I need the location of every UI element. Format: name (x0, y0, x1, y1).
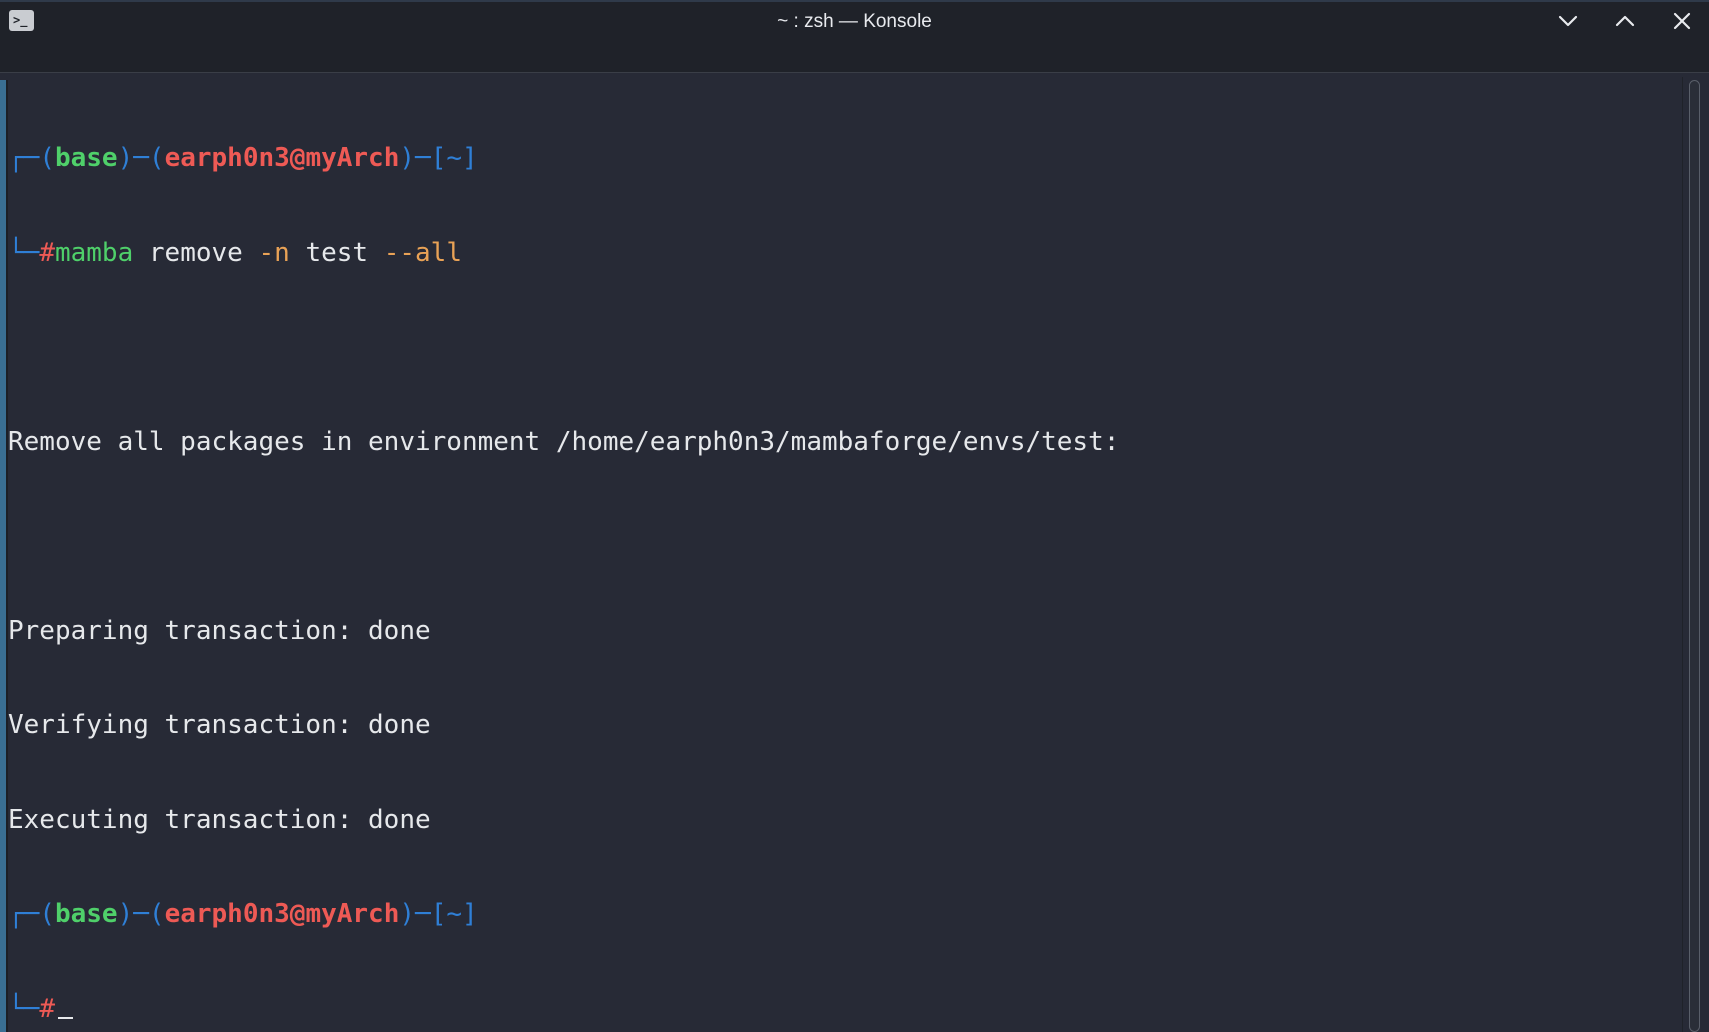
output-line: Remove all packages in environment /home… (8, 426, 1120, 457)
prompt-hash: # (39, 237, 55, 268)
chevron-up-icon (1615, 15, 1635, 27)
prompt-bracket: [ (430, 143, 447, 173)
output-line: Executing transaction: done (8, 804, 431, 835)
output-line: Verifying transaction: done (8, 710, 431, 740)
prompt-corner: ┌─ (8, 143, 40, 173)
prompt-dash: ─ (415, 143, 431, 173)
prompt-corner: └─ (8, 237, 40, 268)
prompt-user-host: earph0n3@myArch (164, 899, 400, 929)
prompt-paren: ( (39, 899, 55, 929)
prompt-dash: ─ (133, 899, 149, 929)
prompt-bracket: [ (430, 899, 447, 929)
prompt-dash: ─ (133, 143, 149, 173)
prompt-cwd: ~ (446, 143, 462, 173)
close-button[interactable] (1665, 6, 1699, 36)
window-title: ~ : zsh — Konsole (777, 11, 932, 32)
prompt-hash: # (39, 993, 55, 1024)
prompt-paren: ( (148, 899, 165, 929)
prompt-paren: ) (399, 143, 416, 173)
text-cursor (57, 1016, 73, 1019)
chevron-down-icon (1558, 15, 1578, 27)
maximize-button[interactable] (1608, 6, 1642, 36)
prompt-corner: ┌─ (8, 899, 40, 929)
prompt-env: base (54, 143, 118, 173)
title-bar[interactable]: >_ ~ : zsh — Konsole (0, 0, 1709, 73)
close-icon (1673, 12, 1691, 30)
prompt-line-2: ┌─(base)─(earph0n3@myArch)─[~] (8, 899, 1678, 931)
prompt-paren: ( (39, 143, 55, 173)
output-line: Preparing transaction: done (8, 615, 431, 646)
scrollbar-thumb[interactable] (1689, 80, 1700, 1032)
prompt-cwd: ~ (446, 899, 462, 929)
minimize-button[interactable] (1551, 6, 1585, 36)
prompt-paren: ( (148, 143, 165, 173)
prompt-paren: ) (117, 899, 134, 929)
command-name: mamba (54, 237, 134, 268)
command-arg: test (289, 237, 384, 268)
terminal-output-area[interactable]: ┌─(base)─(earph0n3@myArch)─[~] └─#mamba … (8, 80, 1678, 1030)
prompt-paren: ) (117, 143, 134, 173)
prompt-corner: └─ (8, 993, 40, 1024)
prompt-bracket: ] (462, 143, 478, 173)
prompt-line-1: ┌─(base)─(earph0n3@myArch)─[~] (8, 143, 1678, 175)
prompt-bracket: ] (462, 899, 478, 929)
command-arg: remove (133, 237, 259, 268)
command-option: -n (258, 237, 290, 268)
konsole-window: >_ ~ : zsh — Konsole ┌─(base)─(earph0n3@… (0, 0, 1709, 1032)
command-line-2[interactable]: └─# (8, 994, 1678, 1026)
prompt-paren: ) (399, 899, 416, 929)
command-option: --all (383, 237, 462, 268)
command-line-1: └─#mamba remove -n test --all (8, 238, 1678, 270)
prompt-user-host: earph0n3@myArch (164, 143, 400, 173)
title-bar-top-edge (0, 0, 1709, 2)
prompt-dash: ─ (415, 899, 431, 929)
prompt-env: base (54, 899, 118, 929)
